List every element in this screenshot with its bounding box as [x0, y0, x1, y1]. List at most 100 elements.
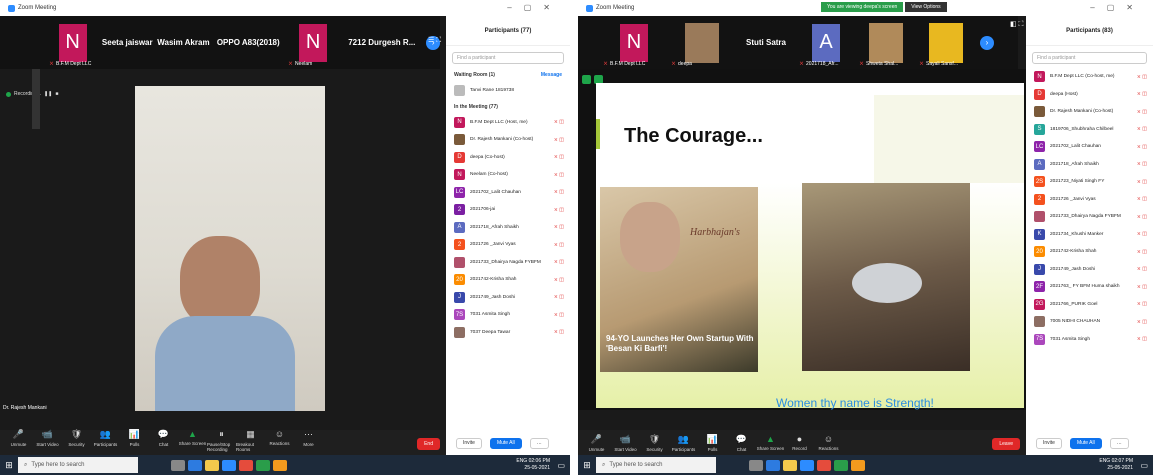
mic-video-off-icon[interactable]: ⨯ ◫ [1137, 144, 1147, 150]
mic-video-off-icon[interactable]: ⨯ ◫ [554, 329, 564, 335]
leave-button[interactable]: Leave [992, 438, 1020, 450]
toolbar-button[interactable]: 📊 Polls [120, 429, 149, 455]
taskbar-search[interactable]: ⌕ Type here to search [18, 457, 138, 473]
toolbar-button[interactable]: ● Record [785, 434, 814, 455]
message-button[interactable]: Message [541, 72, 562, 78]
toolbar-button[interactable]: ▦ Breakout Rooms [236, 429, 265, 455]
participant-row[interactable]: Dr. Rajesh Mankani (Co-host) ⨯ ◫ [1026, 103, 1153, 121]
participant-row[interactable]: A 2021718_Afrah Shaikh ⨯ ◫ [446, 219, 570, 237]
view-options-button[interactable]: View Options [905, 2, 947, 12]
toolbar-button[interactable]: 👥 Participants [91, 429, 120, 455]
participant-row[interactable]: 20 2021742-Krisha Shah ⨯ ◫ [446, 271, 570, 289]
find-participant-input[interactable]: Find a participant [1032, 52, 1147, 64]
video-tile[interactable]: Wasim Akram [155, 16, 211, 69]
participant-row[interactable]: K 2021734_Khushi Manker ⨯ ◫ [1026, 226, 1153, 244]
video-tile[interactable]: N ⨯ B.F.M Dept LLC [46, 16, 99, 69]
mic-video-off-icon[interactable]: ⨯ ◫ [1137, 319, 1147, 325]
mic-video-off-icon[interactable]: ⨯ ◫ [554, 154, 564, 160]
mic-video-off-icon[interactable]: ⨯ ◫ [1137, 284, 1147, 290]
mic-video-off-icon[interactable]: ⨯ ◫ [1137, 179, 1147, 185]
participant-row[interactable]: J 2021749_Jash Doshi ⨯ ◫ [446, 289, 570, 307]
toolbar-button[interactable]: ▲ Share Screen [756, 434, 785, 455]
mic-video-off-icon[interactable]: ⨯ ◫ [554, 312, 564, 318]
window-controls[interactable]: –▢✕ [507, 3, 562, 12]
participant-row[interactable]: 2021733_Dhairya Nagda FYBFM ⨯ ◫ [1026, 208, 1153, 226]
mic-video-off-icon[interactable]: ⨯ ◫ [554, 207, 564, 213]
mic-video-off-icon[interactable]: ⨯ ◫ [1137, 249, 1147, 255]
mic-video-off-icon[interactable]: ⨯ ◫ [554, 189, 564, 195]
office-icon[interactable] [239, 459, 253, 471]
window-controls[interactable]: –▢✕ [1090, 3, 1145, 12]
folder-icon[interactable] [205, 459, 219, 471]
toolbar-button[interactable]: 👥 Participants [669, 434, 698, 455]
mic-video-off-icon[interactable]: ⨯ ◫ [554, 172, 564, 178]
find-participant-input[interactable]: Find a participant [452, 52, 564, 64]
toolbar-button[interactable]: 📹 Start Video [611, 434, 640, 455]
toolbar-button[interactable]: ☺ Reactions [265, 429, 294, 455]
notification-icon[interactable]: ▭ [557, 461, 565, 470]
sheets-icon[interactable] [834, 459, 848, 471]
invite-button[interactable]: Invite [456, 437, 482, 449]
toolbar-button[interactable]: ⏸ Pause/Stop Recording [207, 429, 236, 455]
video-tile[interactable]: 7212 Durgesh R... [341, 16, 422, 69]
mic-video-off-icon[interactable]: ⨯ ◫ [1137, 74, 1147, 80]
video-tile[interactable]: ⨯ deepa [668, 16, 736, 69]
invite-button[interactable]: Invite [1036, 437, 1062, 449]
taskbar-search[interactable]: ⌕ Type here to search [596, 457, 716, 473]
more-options-button[interactable]: … [529, 437, 549, 449]
participant-row[interactable]: N B.F.M Dept LLC (Co-host, me) ⨯ ◫ [1026, 68, 1153, 86]
edge-icon[interactable] [766, 459, 780, 471]
video-tile[interactable]: ⨯ Sayali Sansf... [916, 16, 976, 69]
chrome-icon[interactable] [273, 459, 287, 471]
mic-video-off-icon[interactable]: ⨯ ◫ [1137, 266, 1147, 272]
mic-video-off-icon[interactable]: ⨯ ◫ [1137, 301, 1147, 307]
mic-video-off-icon[interactable]: ⨯ ◫ [554, 137, 564, 143]
next-page-icon[interactable]: › [980, 35, 994, 50]
toolbar-button[interactable]: 🎤 Unmute [4, 429, 33, 455]
mic-video-off-icon[interactable]: ⨯ ◫ [1137, 196, 1147, 202]
waiting-room-section[interactable]: Waiting Room (1) Message [446, 68, 570, 82]
windows-start-icon[interactable]: ⊞ [0, 460, 18, 471]
task-view-icon[interactable] [171, 459, 185, 471]
participant-row[interactable]: 2 2021726 _Janvi Vyas ⨯ ◫ [446, 236, 570, 254]
participant-row[interactable]: A 2021718_Afrah Shaikh ⨯ ◫ [1026, 156, 1153, 174]
video-tile[interactable]: OPPO A83(2018) [211, 16, 285, 69]
participant-row[interactable]: 7005 NIDHI CHAUHAN ⨯ ◫ [1026, 313, 1153, 331]
participant-row[interactable]: Ddeepa (Co-host) ⨯ ◫ [446, 149, 570, 167]
participant-row[interactable]: 7S 7031 Asmita Singh ⨯ ◫ [1026, 331, 1153, 349]
toolbar-button[interactable]: 💬 Chat [149, 429, 178, 455]
shield-icon[interactable] [582, 75, 591, 84]
mic-video-off-icon[interactable]: ⨯ ◫ [554, 277, 564, 283]
mic-video-off-icon[interactable]: ⨯ ◫ [1137, 161, 1147, 167]
participant-row[interactable]: 20 2021742-Krisha Shah ⨯ ◫ [1026, 243, 1153, 261]
mic-video-off-icon[interactable]: ⨯ ◫ [554, 224, 564, 230]
video-tile[interactable]: Seeta jaiswar [99, 16, 155, 69]
video-tile[interactable]: Stuti Satra [736, 16, 796, 69]
mic-video-off-icon[interactable]: ⨯ ◫ [1137, 214, 1147, 220]
participant-row[interactable]: 2 2021726 _Janvi Vyas ⨯ ◫ [1026, 191, 1153, 209]
toolbar-button[interactable]: ☺ Reactions [814, 434, 843, 455]
mute-all-button[interactable]: Mute All [1069, 437, 1102, 449]
participant-row[interactable]: 7037 Deepa Tawar ⨯ ◫ [446, 324, 570, 342]
zoom-icon[interactable] [800, 459, 814, 471]
mic-video-off-icon[interactable]: ⨯ ◫ [1137, 336, 1147, 342]
participant-row[interactable]: LC 2021702_Lalit Chauhan ⨯ ◫ [446, 184, 570, 202]
view-toggle-icon[interactable]: ◧ ⛶ [1010, 20, 1023, 29]
chrome-icon[interactable] [851, 459, 865, 471]
participant-row[interactable]: 2G 2021766_PURIK Goel ⨯ ◫ [1026, 296, 1153, 314]
office-icon[interactable] [817, 459, 831, 471]
end-button[interactable]: End [417, 438, 440, 450]
participant-row[interactable]: 2021733_Dhairya Nagda FYBFM ⨯ ◫ [446, 254, 570, 272]
video-tile[interactable]: N ⨯ B.F.M Dept LLC [600, 16, 668, 69]
mic-video-off-icon[interactable]: ⨯ ◫ [554, 119, 564, 125]
participant-row[interactable]: S 1819706_Shubhraha Chilbeel ⨯ ◫ [1026, 121, 1153, 139]
participant-row[interactable]: 2S 2021723_Niyati Singh FY ⨯ ◫ [1026, 173, 1153, 191]
task-view-icon[interactable] [749, 459, 763, 471]
waiting-person[interactable]: Tanvi Rane 1819738 [446, 82, 570, 100]
volume-slider[interactable] [32, 69, 40, 129]
toolbar-button[interactable]: ⋯ More [294, 429, 323, 455]
toolbar-button[interactable]: ▲ Share Screen [178, 429, 207, 455]
sheets-icon[interactable] [256, 459, 270, 471]
mic-video-off-icon[interactable]: ⨯ ◫ [1137, 91, 1147, 97]
folder-icon[interactable] [783, 459, 797, 471]
